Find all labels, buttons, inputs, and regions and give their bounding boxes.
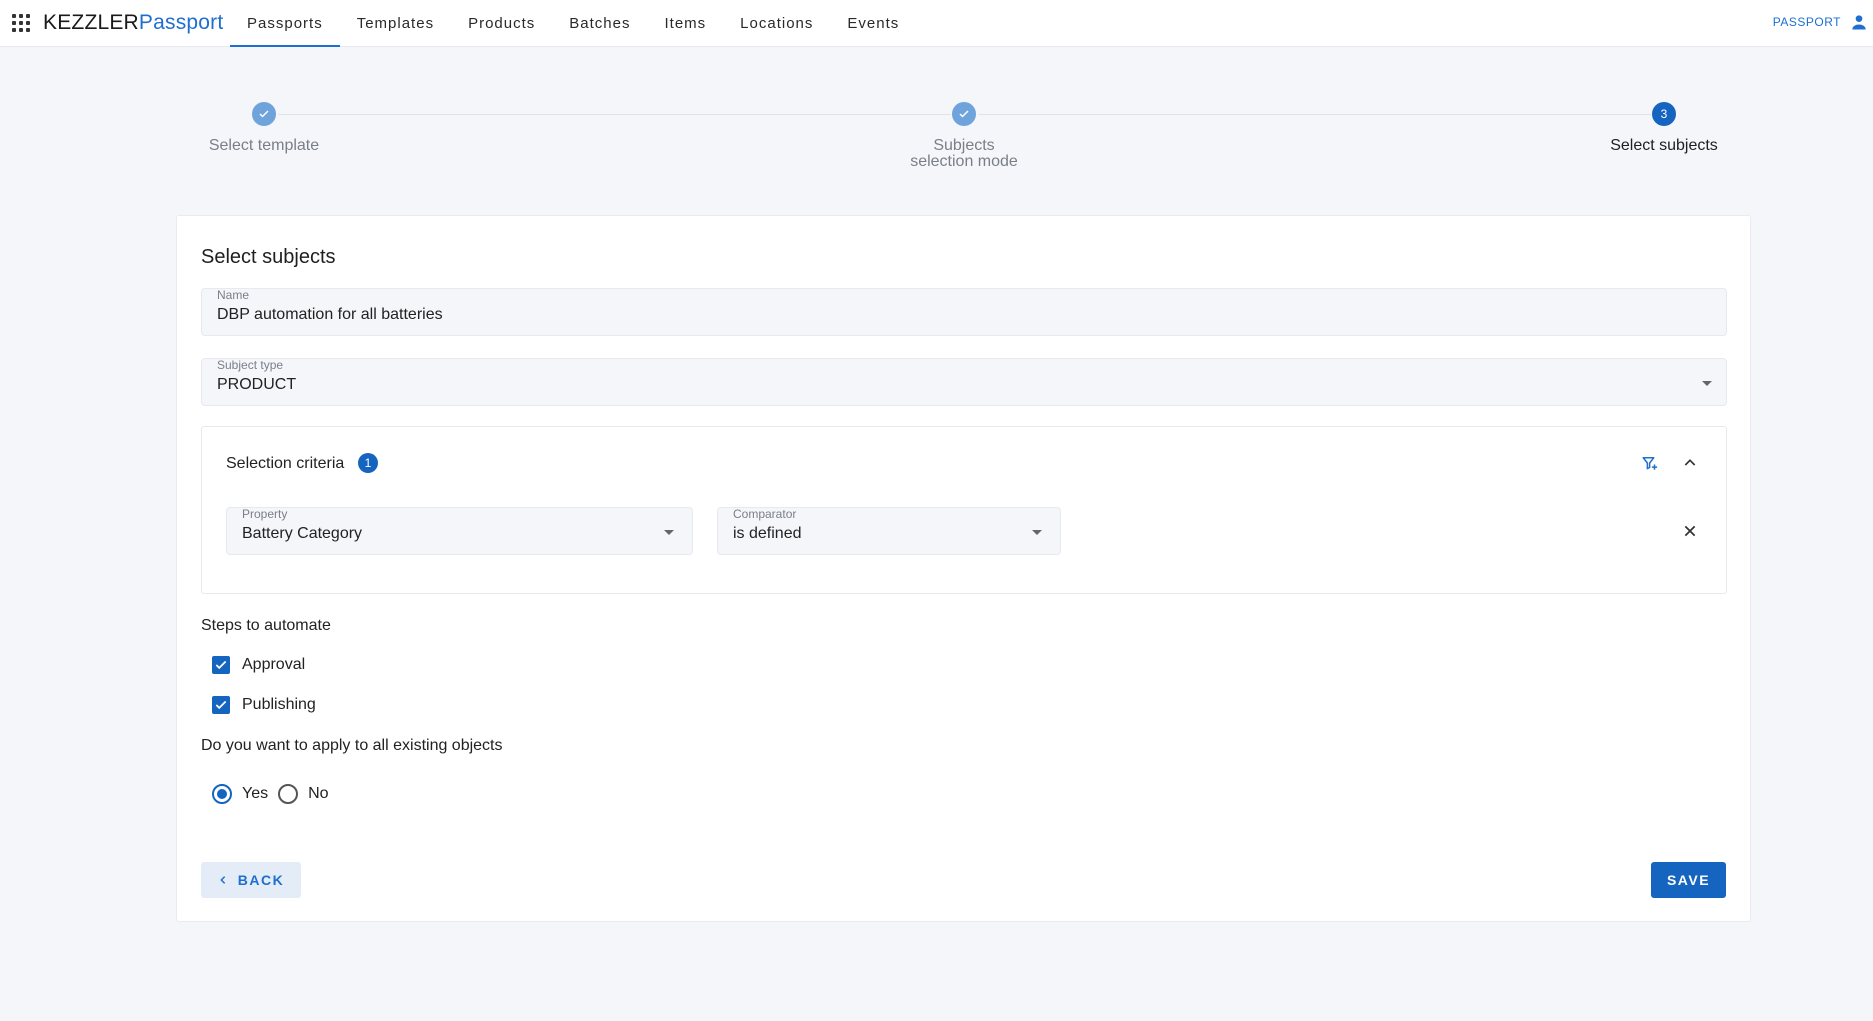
- step-2-label-line2: selection mode: [910, 153, 1018, 170]
- subject-type-label: Subject type: [217, 358, 284, 372]
- step-1-check-icon: [252, 102, 276, 126]
- approval-checkbox[interactable]: [212, 656, 230, 674]
- nav-tab-items[interactable]: Items: [647, 0, 723, 47]
- property-dropdown-icon: [664, 530, 674, 535]
- criteria-count-badge: 1: [358, 453, 378, 473]
- criteria-title: Selection criteria: [226, 455, 345, 472]
- property-value: Battery Category: [242, 525, 363, 542]
- stepper-connector-1: [278, 114, 951, 115]
- top-app-bar: KEZZLERPassport Passports Templates Prod…: [0, 0, 1873, 47]
- nav-tab-templates[interactable]: Templates: [340, 0, 451, 47]
- name-field-value: DBP automation for all batteries: [217, 306, 443, 323]
- step-1-label: Select template: [208, 137, 320, 154]
- publishing-checkbox[interactable]: [212, 696, 230, 714]
- step-2-check-icon: [952, 102, 976, 126]
- name-field[interactable]: Name DBP automation for all batteries: [201, 288, 1727, 336]
- step-selection-mode: Subjects selection mode: [854, 102, 1074, 170]
- nav-tab-events[interactable]: Events: [830, 0, 916, 47]
- user-label: PASSPORT: [1772, 15, 1841, 29]
- apps-grid-icon[interactable]: [10, 12, 30, 32]
- nav-tab-locations[interactable]: Locations: [723, 0, 830, 47]
- comparator-label: Comparator: [733, 507, 797, 521]
- checkmark-icon: [215, 700, 227, 710]
- user-icon: [1852, 15, 1866, 30]
- comparator-dropdown-icon: [1032, 530, 1042, 535]
- step-select-template: Select template: [154, 102, 374, 154]
- approval-label: Approval: [242, 656, 306, 673]
- subject-type-select[interactable]: Subject type PRODUCT: [201, 358, 1727, 406]
- radio-yes[interactable]: [212, 784, 232, 804]
- checkmark-icon: [215, 660, 227, 670]
- back-button[interactable]: BACK: [201, 862, 301, 898]
- nav-tab-batches[interactable]: Batches: [552, 0, 647, 47]
- back-button-label: BACK: [237, 872, 285, 888]
- stepper-connector-2: [978, 114, 1651, 115]
- chevron-left-icon: [220, 876, 225, 884]
- logo-text-passport: Passport: [138, 11, 224, 34]
- comparator-value: is defined: [733, 525, 802, 542]
- app-logo[interactable]: KEZZLERPassport: [43, 11, 223, 35]
- user-menu[interactable]: PASSPORT: [1773, 0, 1873, 44]
- radio-no[interactable]: [278, 784, 299, 804]
- add-filter-icon[interactable]: [1638, 451, 1662, 475]
- comparator-select[interactable]: Comparator is defined: [717, 507, 1061, 555]
- publishing-label: Publishing: [242, 696, 316, 713]
- selection-criteria-panel: Selection criteria 1 Property Battery Ca…: [201, 426, 1727, 594]
- steps-to-automate-label: Steps to automate: [201, 617, 331, 634]
- approval-checkbox-row[interactable]: Approval: [212, 656, 305, 674]
- radio-no-label: No: [308, 785, 329, 802]
- main-nav: Passports Templates Products Batches Ite…: [230, 0, 916, 47]
- publishing-checkbox-row[interactable]: Publishing: [212, 696, 316, 714]
- property-label: Property: [242, 507, 288, 521]
- step-3-number: 3: [1652, 102, 1676, 126]
- subject-type-dropdown-icon: [1702, 381, 1712, 386]
- nav-tab-products[interactable]: Products: [451, 0, 552, 47]
- step-2-label: Subjects selection mode: [854, 138, 1074, 170]
- name-field-label: Name: [217, 288, 250, 302]
- property-select[interactable]: Property Battery Category: [226, 507, 693, 555]
- card-title: Select subjects: [201, 246, 336, 268]
- select-subjects-card: Select subjects Name DBP automation for …: [176, 215, 1751, 922]
- radio-yes-label: Yes: [242, 785, 269, 802]
- step-2-label-line1: Subjects: [933, 137, 995, 154]
- nav-tab-passports[interactable]: Passports: [230, 0, 340, 47]
- logo-text-kezzler: KEZZLER: [43, 11, 139, 34]
- collapse-chevron-up-icon[interactable]: [1678, 451, 1702, 475]
- apply-existing-question: Do you want to apply to all existing obj…: [201, 737, 503, 754]
- step-select-subjects: 3 Select subjects: [1554, 102, 1774, 154]
- apply-existing-radio-group: Yes No: [212, 784, 339, 804]
- remove-criterion-close-icon[interactable]: [1678, 519, 1702, 543]
- save-button[interactable]: SAVE: [1651, 862, 1726, 898]
- step-3-label: Select subjects: [1610, 137, 1718, 154]
- subject-type-value: PRODUCT: [217, 376, 297, 393]
